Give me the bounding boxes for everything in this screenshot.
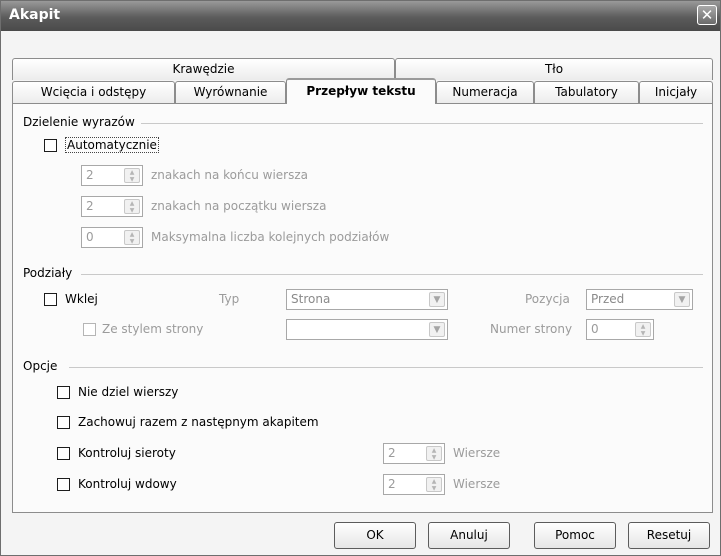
auto-hyphenation-label: Automatycznie	[65, 137, 159, 153]
chars-end-value: 2	[86, 168, 94, 182]
break-type-label: Typ	[219, 292, 240, 306]
spin-arrows-icon[interactable]: ▲ ▼	[635, 322, 651, 337]
spin-arrows-icon[interactable]: ▲ ▼	[124, 168, 140, 183]
tab-numbering[interactable]: Numeracja	[436, 81, 534, 103]
widow-lines-unit: Wiersze	[453, 477, 501, 491]
do-not-split-label: Nie dziel wierszy	[78, 385, 179, 399]
tab-tabs-label: Tabulatory	[555, 85, 618, 99]
with-page-style-label: Ze stylem strony	[102, 322, 204, 336]
break-type-select[interactable]: Strona ▼	[286, 289, 448, 310]
help-button-label: Pomoc	[555, 528, 595, 542]
auto-hyphenation-checkbox[interactable]	[44, 139, 57, 152]
keep-with-next-checkbox[interactable]	[57, 416, 70, 429]
tab-panel: Dzielenie wyrazów Automatycznie 2 ▲ ▼ zna…	[12, 103, 713, 513]
breaks-divider	[81, 274, 703, 275]
break-position-select[interactable]: Przed ▼	[586, 289, 693, 310]
insert-break-checkbox[interactable]	[44, 293, 57, 306]
widow-control-checkbox[interactable]	[57, 478, 70, 491]
do-not-split-checkbox[interactable]	[57, 386, 70, 399]
chars-end-spinner[interactable]: 2 ▲ ▼	[81, 165, 143, 186]
tab-text-flow-label: Przepływ tekstu	[306, 84, 416, 98]
break-position-label: Pozycja	[525, 292, 570, 306]
close-icon[interactable]: ✕	[697, 5, 717, 25]
max-hyphens-label: Maksymalna liczba kolejnych podziałów	[151, 230, 390, 244]
widow-lines-value: 2	[388, 477, 396, 491]
tab-background[interactable]: Tło	[395, 58, 713, 80]
paragraph-dialog: Akapit ✕ Krawędzie Tło Wcięcia i odstępy…	[0, 0, 721, 556]
tab-indents-spacing-label: Wcięcia i odstępy	[40, 85, 147, 99]
orphan-lines-spinner[interactable]: 2 ▲ ▼	[383, 443, 445, 464]
chars-start-spinner[interactable]: 2 ▲ ▼	[81, 196, 143, 217]
spin-arrows-icon[interactable]: ▲ ▼	[426, 446, 442, 461]
max-hyphens-value: 0	[86, 230, 94, 244]
orphan-lines-unit: Wiersze	[453, 446, 501, 460]
orphan-control-label: Kontroluj sieroty	[78, 446, 176, 460]
reset-button-label: Resetuj	[646, 528, 692, 542]
with-page-style-checkbox[interactable]	[83, 323, 96, 336]
max-hyphens-spinner[interactable]: 0 ▲ ▼	[81, 227, 143, 248]
title-bar: Akapit ✕	[1, 1, 720, 31]
hyphenation-divider	[141, 123, 703, 124]
page-number-label: Numer strony	[490, 322, 573, 336]
dialog-title: Akapit	[9, 7, 61, 23]
hyphenation-heading: Dzielenie wyrazów	[23, 115, 135, 129]
tab-indents-spacing[interactable]: Wcięcia i odstępy	[12, 81, 175, 103]
insert-break-label: Wklej	[65, 292, 98, 306]
chars-end-label: znakach na końcu wiersza	[151, 168, 308, 182]
cancel-button[interactable]: Anuluj	[428, 522, 510, 549]
chevron-down-icon[interactable]: ▼	[429, 292, 445, 307]
breaks-heading: Podziały	[23, 266, 73, 280]
spin-arrows-icon[interactable]: ▲ ▼	[124, 230, 140, 245]
ok-button[interactable]: OK	[334, 522, 416, 549]
keep-with-next-label: Zachowuj razem z następnym akapitem	[78, 415, 319, 429]
orphan-lines-value: 2	[388, 446, 396, 460]
tab-text-flow[interactable]: Przepływ tekstu	[286, 78, 436, 104]
tab-background-label: Tło	[544, 62, 564, 76]
reset-button[interactable]: Resetuj	[628, 522, 710, 549]
spin-arrows-icon[interactable]: ▲ ▼	[124, 199, 140, 214]
tab-borders[interactable]: Krawędzie	[12, 58, 395, 80]
spin-arrows-icon[interactable]: ▲ ▼	[426, 477, 442, 492]
tab-numbering-label: Numeracja	[452, 85, 518, 99]
orphan-control-checkbox[interactable]	[57, 447, 70, 460]
auto-hyphenation-text: Automatycznie	[65, 137, 159, 153]
tab-alignment-label: Wyrównanie	[193, 85, 268, 99]
tab-alignment[interactable]: Wyrównanie	[175, 81, 286, 103]
options-heading: Opcje	[23, 359, 58, 373]
widow-control-label: Kontroluj wdowy	[78, 477, 177, 491]
cancel-button-label: Anuluj	[450, 528, 488, 542]
page-number-value: 0	[591, 322, 599, 336]
chars-start-label: znakach na początku wiersza	[151, 199, 327, 213]
ok-button-label: OK	[366, 528, 384, 542]
break-position-value: Przed	[591, 292, 625, 306]
tab-drop-caps-label: Inicjały	[654, 85, 698, 99]
chevron-down-icon[interactable]: ▼	[674, 292, 690, 307]
widow-lines-spinner[interactable]: 2 ▲ ▼	[383, 474, 445, 495]
options-divider	[69, 367, 703, 368]
break-type-value: Strona	[291, 292, 331, 306]
tab-drop-caps[interactable]: Inicjały	[639, 81, 713, 103]
chars-start-value: 2	[86, 199, 94, 213]
help-button[interactable]: Pomoc	[534, 522, 616, 549]
chevron-down-icon[interactable]: ▼	[429, 322, 445, 337]
page-style-select[interactable]: ▼	[286, 319, 448, 340]
tab-tabs[interactable]: Tabulatory	[534, 81, 639, 103]
tab-borders-label: Krawędzie	[172, 62, 235, 76]
page-number-spinner[interactable]: 0 ▲ ▼	[586, 319, 654, 340]
